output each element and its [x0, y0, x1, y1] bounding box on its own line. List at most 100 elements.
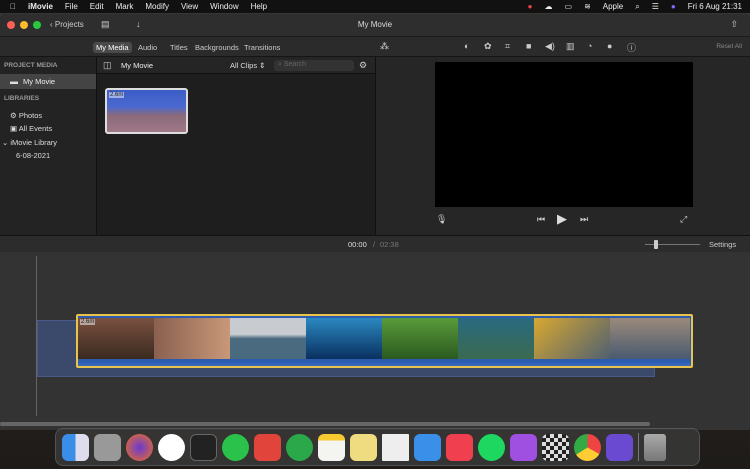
- volume-icon[interactable]: ◀): [545, 41, 555, 52]
- evernote-icon[interactable]: [286, 433, 313, 461]
- color-balance-icon[interactable]: ◐: [464, 41, 469, 51]
- sidebar-toggle-icon[interactable]: ◫: [103, 60, 112, 71]
- sidebar-item-my-movie[interactable]: ▬ My Movie: [0, 74, 96, 89]
- search-icon[interactable]: ⌕: [635, 2, 639, 12]
- tab-transitions[interactable]: Transitions: [241, 42, 283, 53]
- media-clip-thumbnail[interactable]: 2.6m: [105, 88, 188, 134]
- stickies-icon[interactable]: [350, 433, 377, 461]
- settings-gear-icon[interactable]: ⚙: [359, 60, 367, 71]
- trash-icon[interactable]: [644, 433, 666, 461]
- menu-bar:  iMovie File Edit Mark Modify View Wind…: [0, 0, 750, 13]
- imovie-window: ‹ Projects ▤ ↓ My Movie ⇧ My Media Audio…: [0, 14, 750, 430]
- menu-modify[interactable]: Modify: [145, 2, 169, 11]
- stabilization-icon[interactable]: ■: [526, 41, 531, 51]
- menu-app[interactable]: iMovie: [28, 2, 53, 11]
- zoom-slider-handle[interactable]: [654, 240, 658, 249]
- wifi-icon[interactable]: ≋: [584, 2, 591, 11]
- magic-wand-icon[interactable]: ⁂: [380, 41, 389, 52]
- siri-icon[interactable]: ●: [671, 2, 676, 11]
- reset-all-button[interactable]: Reset All: [716, 43, 742, 50]
- tab-titles[interactable]: Titles: [167, 42, 191, 53]
- apple-icon[interactable]: : [10, 2, 16, 11]
- status-icon[interactable]: ●: [528, 2, 533, 11]
- sidebar-item-label: All Events: [18, 124, 53, 133]
- fullscreen-icon[interactable]: ⤢: [680, 214, 687, 225]
- todoist-icon[interactable]: [254, 433, 281, 461]
- timeline-header: 00:00 / 02:38 Settings: [0, 235, 750, 252]
- clip-frame: [458, 318, 534, 359]
- microphone-icon[interactable]: 🎙︎: [436, 214, 447, 225]
- color-correction-icon[interactable]: ✿: [484, 41, 492, 52]
- chess-icon[interactable]: [542, 433, 569, 461]
- user-menu[interactable]: Apple: [603, 2, 623, 11]
- imovie-icon[interactable]: [606, 433, 633, 461]
- menu-file[interactable]: File: [65, 2, 78, 11]
- sidebar-item-all-events[interactable]: ▣ All Events: [10, 124, 52, 133]
- firefox-icon[interactable]: [126, 433, 153, 461]
- noise-reduction-icon[interactable]: ▥: [566, 41, 575, 52]
- mail-icon[interactable]: [414, 433, 441, 461]
- podcasts-icon[interactable]: [510, 433, 537, 461]
- textedit-icon[interactable]: [382, 433, 409, 461]
- project-media-header: PROJECT MEDIA: [4, 62, 58, 69]
- window-title: My Movie: [357, 20, 393, 29]
- clip-duration: 2.6m: [109, 92, 125, 98]
- audio-waveform: [78, 359, 691, 366]
- sidebar-item-photos[interactable]: ⚙ Photos: [10, 111, 42, 120]
- crop-icon[interactable]: ⌗: [505, 41, 510, 52]
- current-time: 00:00: [348, 240, 367, 249]
- control-center-icon[interactable]: ☰: [652, 2, 659, 11]
- timeline-settings-button[interactable]: Settings: [709, 240, 736, 249]
- filter-icon[interactable]: ●: [607, 41, 612, 51]
- clip-frame: [154, 318, 230, 359]
- libraries-header: LIBRARIES: [4, 95, 40, 102]
- menu-help[interactable]: Help: [251, 2, 267, 11]
- timeline-video-clip[interactable]: 2.6m: [76, 314, 693, 368]
- clip-frame: [382, 318, 458, 359]
- time-separator: /: [373, 240, 376, 249]
- search-input[interactable]: ⌕ Search: [274, 60, 354, 71]
- chrome-icon[interactable]: [574, 433, 601, 461]
- share-icon[interactable]: ⇧: [730, 19, 738, 30]
- cloud-icon[interactable]: ☁: [545, 2, 553, 11]
- info-icon[interactable]: ⓘ: [627, 41, 636, 54]
- sidebar-item-label: iMovie Library: [10, 138, 58, 147]
- menu-mark[interactable]: Mark: [116, 2, 134, 11]
- filter-label: All Clips: [230, 61, 258, 70]
- dock-divider: [638, 433, 639, 461]
- menu-view[interactable]: View: [181, 2, 198, 11]
- media-tabs: My Media Audio Titles Backgrounds Transi…: [0, 37, 750, 57]
- xcode-icon[interactable]: [158, 433, 185, 461]
- finder-icon[interactable]: [62, 433, 89, 461]
- speed-icon[interactable]: ◔: [587, 41, 592, 51]
- clip-frame: [610, 318, 690, 359]
- sidebar-item-library[interactable]: ⌄ iMovie Library: [2, 138, 57, 147]
- horizontal-scrollbar[interactable]: [0, 422, 650, 426]
- video-preview: [435, 62, 693, 207]
- whatsapp-icon[interactable]: [222, 433, 249, 461]
- music-icon[interactable]: [446, 433, 473, 461]
- sidebar-item-label: Photos: [18, 111, 43, 120]
- notes-icon[interactable]: [318, 433, 345, 461]
- tab-my-media[interactable]: My Media: [93, 42, 132, 53]
- skip-back-icon[interactable]: ⏮: [537, 214, 545, 225]
- menu-edit[interactable]: Edit: [90, 2, 104, 11]
- sidebar-item-event[interactable]: 6-08-2021: [16, 151, 50, 160]
- tab-backgrounds[interactable]: Backgrounds: [192, 42, 242, 53]
- skip-forward-icon[interactable]: ⏭: [580, 214, 588, 225]
- browser-title: My Movie: [121, 61, 154, 70]
- clock[interactable]: Fri 6 Aug 21:31: [688, 2, 742, 11]
- film-icon: ▬: [10, 77, 18, 86]
- menu-window[interactable]: Window: [210, 2, 238, 11]
- clip-duration: 2.6m: [80, 319, 96, 325]
- timeline: 2.6m: [0, 252, 750, 430]
- dock: [55, 428, 700, 466]
- launchpad-icon[interactable]: [94, 433, 121, 461]
- play-icon[interactable]: ▶: [557, 211, 567, 227]
- spotify-icon[interactable]: [478, 433, 505, 461]
- battery-icon[interactable]: ▭: [565, 2, 573, 11]
- tab-audio[interactable]: Audio: [135, 42, 160, 53]
- clips-filter-select[interactable]: All Clips ⇕: [230, 61, 265, 70]
- terminal-icon[interactable]: [190, 433, 217, 461]
- clip-frame: [230, 318, 306, 359]
